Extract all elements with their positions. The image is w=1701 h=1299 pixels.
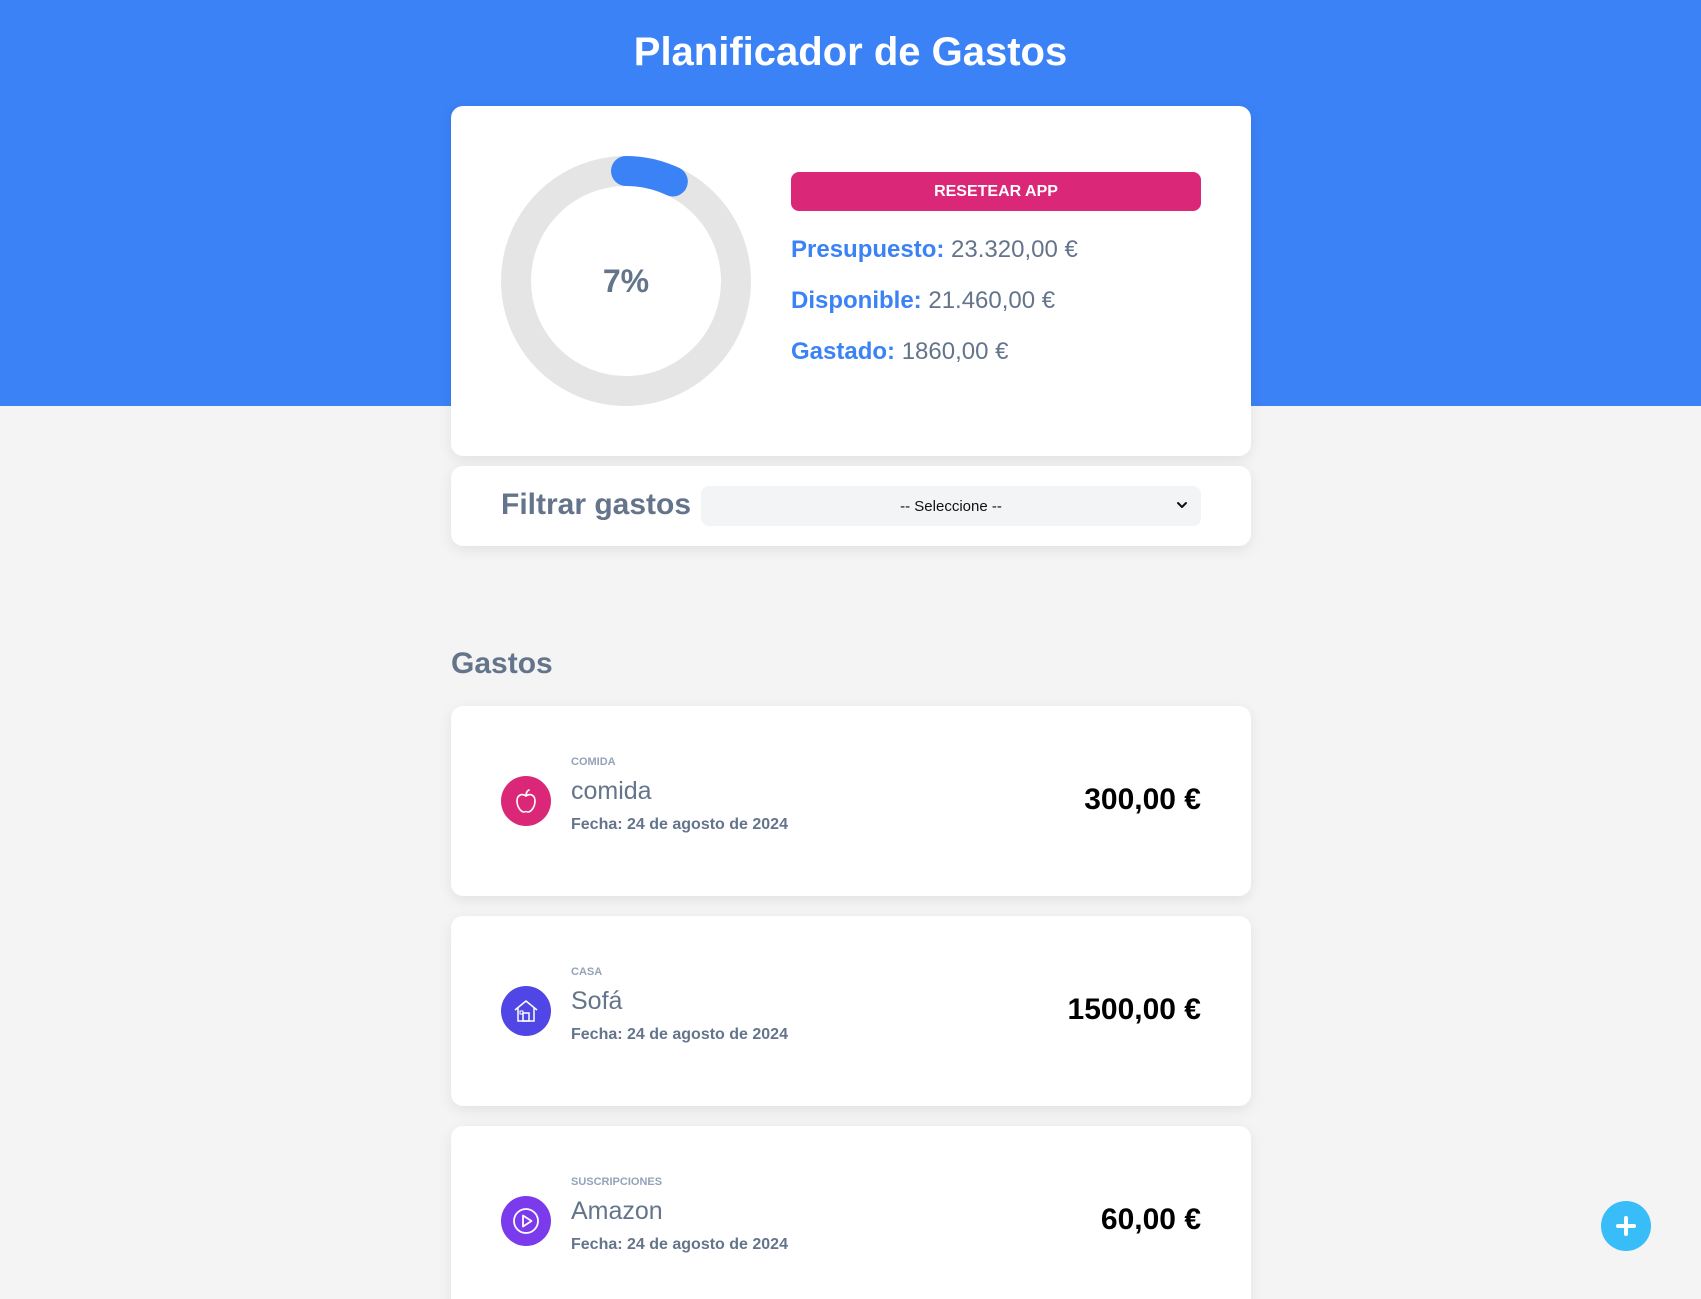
filter-selected-value: -- Seleccione -- (900, 497, 1002, 515)
budget-total: Presupuesto: 23.320,00 € (791, 236, 1078, 264)
budget-card: 7% Resetear app Presupuesto: 23.320,00 €… (451, 106, 1251, 456)
expense-item[interactable]: Casa Sofá Fecha: 24 de agosto de 2024 15… (451, 916, 1251, 1106)
expense-category: Comida (571, 756, 616, 768)
expense-date: Fecha: 24 de agosto de 2024 (571, 1236, 788, 1253)
filter-label: Filtrar gastos (501, 488, 692, 521)
app-title: Planificador de Gastos (633, 30, 1068, 74)
expense-name: Amazon (571, 1197, 663, 1225)
house-icon (514, 1000, 538, 1022)
expense-amount: 1500,00 € (1067, 993, 1201, 1026)
expenses-section-title: Gastos (451, 647, 553, 680)
apple-icon (516, 789, 536, 813)
expense-amount: 300,00 € (1084, 783, 1201, 816)
budget-spent-value: 1860,00 € (901, 338, 1009, 365)
budget-available: Disponible: 21.460,00 € (791, 287, 1055, 315)
filter-card: Filtrar gastos -- Seleccione -- (451, 466, 1251, 546)
expense-category: Suscripciones (571, 1176, 663, 1188)
add-expense-button[interactable] (1601, 1201, 1651, 1251)
budget-total-value: 23.320,00 € (951, 236, 1078, 263)
plus-icon (1616, 1216, 1636, 1236)
budget-available-label: Disponible: (791, 287, 922, 314)
budget-available-value: 21.460,00 € (928, 287, 1056, 314)
category-filter-select[interactable]: -- Seleccione -- (701, 486, 1201, 526)
expense-item[interactable]: Suscripciones Amazon Fecha: 24 de agosto… (451, 1126, 1251, 1299)
percent-spent: 7% (602, 262, 650, 299)
budget-spent-label: Gastado: (791, 338, 896, 365)
expense-date: Fecha: 24 de agosto de 2024 (571, 1026, 788, 1043)
play-icon (513, 1208, 539, 1234)
expense-amount: 60,00 € (1100, 1203, 1201, 1236)
budget-spent: Gastado: 1860,00 € (791, 338, 1008, 366)
expense-item[interactable]: Comida comida Fecha: 24 de agosto de 202… (451, 706, 1251, 896)
expense-category-icon (501, 1196, 551, 1246)
reset-app-button[interactable]: Resetear app (791, 172, 1201, 211)
expense-category: Casa (571, 966, 603, 978)
budget-total-label: Presupuesto: (791, 236, 945, 263)
expense-name: Sofá (571, 987, 623, 1015)
expense-category-icon (501, 986, 551, 1036)
expense-category-icon (501, 776, 551, 826)
expense-name: comida (571, 777, 652, 805)
chevron-down-icon (1177, 502, 1187, 508)
expense-date: Fecha: 24 de agosto de 2024 (571, 816, 788, 833)
